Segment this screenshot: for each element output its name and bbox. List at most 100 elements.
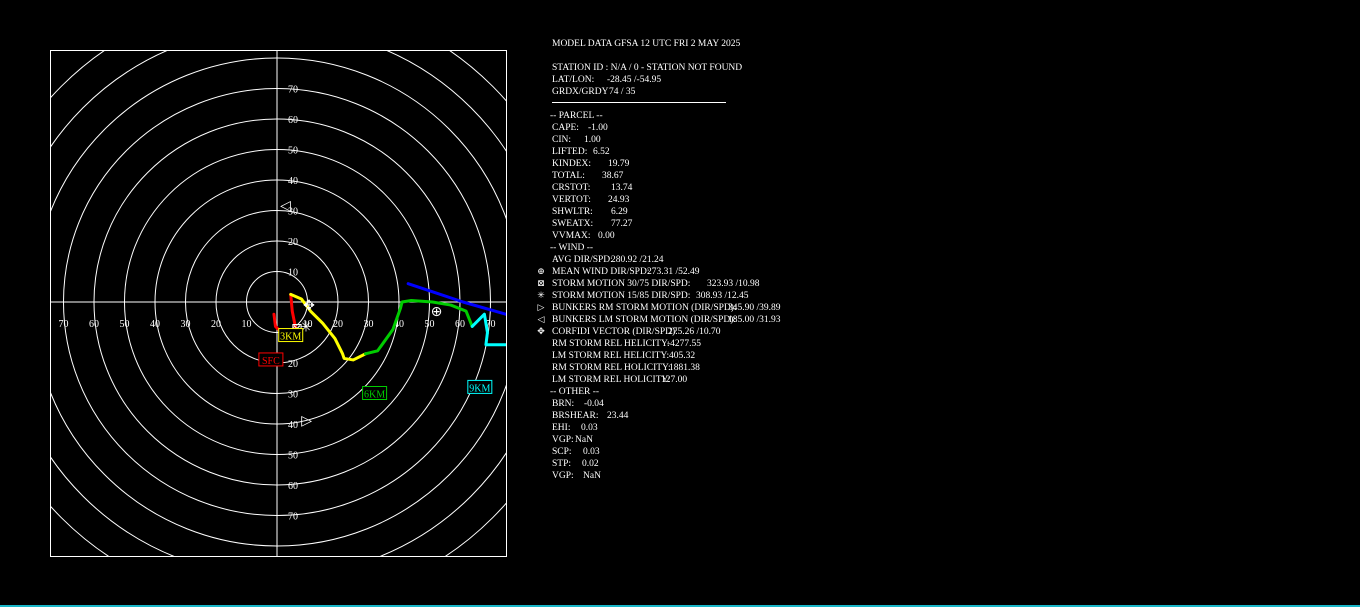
hodograph-chart: 70 60 50 40 30 20 10 10 20 30 40 50 60 70 70 60 50 40 30 20… [50,50,507,557]
wind-row: ⊕ MEAN WIND DIR/SPD: 273.31 /52.49 [536,266,866,278]
grd-value: 74 / 35 [609,87,636,97]
other-value: NaN [583,471,601,481]
other-label: EHI: [552,423,571,433]
wind-label: CORFIDI VECTOR (DIR/SPD): [552,327,678,337]
y-tick-label: 50 [288,146,298,157]
parcel-label: CIN: [552,135,571,145]
info-panel: MODEL DATA GFSA 12 UTC FRI 2 MAY 2025 ST… [536,38,866,482]
wind-label: RM STORM REL HOLICITY: [552,363,671,373]
parcel-row: TOTAL: 38.67 [536,170,866,182]
latlon-value: -28.45 /-54.95 [607,75,662,85]
wind-label: RM STORM REL HELICITY: [552,339,670,349]
bunkers-lm-marker: ◁ [280,198,291,214]
y-tick-label: 60 [288,481,298,492]
parcel-label: VERTOT: [552,195,591,205]
wind-row: RM STORM REL HELICITY: -4277.55 [536,338,866,350]
y-tick-label: 60 [288,115,298,126]
wind-value: 275.26 /10.70 [668,327,721,337]
other-label: SCP: [552,447,572,457]
wind-row: ✳ STORM MOTION 15/85 DIR/SPD: 308.93 /12.4… [536,290,866,302]
station-id-row: STATION ID : N/A / 0 - STATION NOT FOUND [536,62,866,74]
parcel-row: CIN: 1.00 [536,134,866,146]
wind-value: -4277.55 [667,339,702,349]
wind-label: STORM MOTION 30/75 DIR/SPD: [552,279,691,289]
parcel-label: CRSTOT: [552,183,591,193]
mean-wind-marker: ⊕ [431,304,443,320]
other-label: BRN: [552,399,575,409]
parcel-value: 6.52 [593,147,610,157]
other-row: BRN: -0.04 [536,398,866,410]
wind-value: 405.32 [669,351,696,361]
other-row: EHI: 0.03 [536,422,866,434]
parcel-value: 0.00 [598,231,615,241]
grd-label: GRDX/GRDY [552,87,609,97]
other-row: SCP: 0.03 [536,446,866,458]
parcel-label: VVMAX: [552,231,591,241]
wind-row: LM STORM REL HELICITY: 405.32 [536,350,866,362]
grd-row: GRDX/GRDY 74 / 35 [536,86,866,98]
other-row: VGP: NaN [536,470,866,482]
wind-row: ⊠ STORM MOTION 30/75 DIR/SPD: 323.93 /10.9… [536,278,866,290]
wind-value: 345.90 /39.89 [728,303,781,313]
y-tick-label: 70 [288,85,298,96]
parcel-label: LIFTED: [552,147,588,157]
parcel-label: KINDEX: [552,159,592,169]
wind-value: 308.93 /12.45 [696,291,749,301]
wind-row: RM STORM REL HOLICITY: 1881.38 [536,362,866,374]
station-id-text: STATION ID : N/A / 0 - STATION NOT FOUND [552,63,743,73]
parcel-row: SHWLTR: 6.29 [536,206,866,218]
parcel-value: 13.74 [611,183,633,193]
divider [536,98,866,110]
other-label: VGP: [552,435,574,445]
hodograph-panel: 70 60 50 40 30 20 10 10 20 30 40 50 60 70 70 60 50 40 30 20… [50,50,507,557]
parcel-row: KINDEX: 19.79 [536,158,866,170]
other-value: 0.03 [581,423,598,433]
x-tick-label: 30 [364,319,374,330]
x-tick-label: 20 [333,319,343,330]
wind-label: AVG DIR/SPD: [552,255,613,265]
wind-label: MEAN WIND DIR/SPD: [552,267,650,277]
wind-header: -- WIND -- [550,243,594,253]
parcel-row: CAPE: -1.00 [536,122,866,134]
parcel-header: -- PARCEL -- [550,111,603,121]
parcel-value: 24.93 [608,195,630,205]
wind-label: LM STORM REL HOLICITY: [552,375,671,385]
model-title: MODEL DATA GFSA 12 UTC FRI 2 MAY 2025 [552,39,741,49]
storm-motion-3075-icon: ⊠ [537,278,545,288]
hodo-segment-upper [406,282,507,316]
wind-label: LM STORM REL HELICITY: [552,351,670,361]
wind-row: ▷ BUNKERS RM STORM MOTION (DIR/SPD): 345.9… [536,302,866,314]
wind-row: AVG DIR/SPD: 280.92 /21.24 [536,254,866,266]
y-tick-label: 20 [288,359,298,370]
other-row: BRSHEAR: 23.44 [536,410,866,422]
parcel-label: CAPE: [552,123,579,133]
y-tick-label: 50 [288,451,298,462]
parcel-row: CRSTOT: 13.74 [536,182,866,194]
other-label: VGP: [552,471,574,481]
parcel-row: SWEATX: 77.27 [536,218,866,230]
parcel-value: 77.27 [611,219,633,229]
parcel-row: VERTOT: 24.93 [536,194,866,206]
other-list: BRN: -0.04 BRSHEAR: 23.44 EHI: 0.03 VGP: NaN SCP… [536,398,866,482]
x-tick-label: 50 [120,319,130,330]
wind-value: 185.00 /31.93 [728,315,781,325]
wind-label: BUNKERS LM STORM MOTION (DIR/SPD): [552,315,737,325]
x-tick-label: 60 [89,319,99,330]
parcel-row: LIFTED: 6.52 [536,146,866,158]
height-label-9km: 9KM [469,383,490,394]
wind-value: 273.31 /52.49 [647,267,700,277]
wind-value: 280.92 /21.24 [611,255,664,265]
parcel-label: TOTAL: [552,171,585,181]
corfidi-vector-icon: ✥ [537,326,545,336]
parcel-value: -1.00 [588,123,608,133]
wind-label: STORM MOTION 15/85 DIR/SPD: [552,291,691,301]
bunkers-rm-marker: ▷ [301,413,312,429]
height-label-sfc: SFC [262,356,280,367]
other-value: NaN [575,435,593,445]
parcel-label: SWEATX: [552,219,594,229]
wind-label: BUNKERS RM STORM MOTION (DIR/SPD): [552,303,737,313]
bunkers-lm-icon: ◁ [537,314,545,324]
latlon-label: LAT/LON: [552,75,595,85]
x-tick-label: 20 [211,319,221,330]
x-tick-label: 30 [181,319,191,330]
